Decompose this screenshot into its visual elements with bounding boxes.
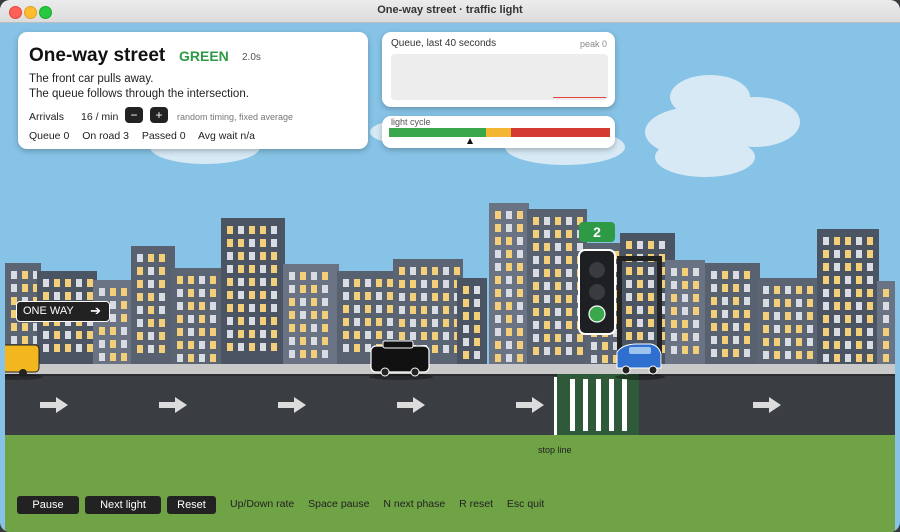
on-road-stat: On road 3 xyxy=(82,130,129,142)
keyboard-hints: Up/Down rate Space pause N next phase R … xyxy=(230,498,555,510)
city-buildings xyxy=(5,203,895,364)
sidewalk xyxy=(5,364,895,374)
queue-count-badge: 2 xyxy=(579,222,615,242)
cycle-segment-green xyxy=(389,128,487,137)
stop-line-label: stop line xyxy=(538,445,572,455)
queue-line xyxy=(553,96,606,98)
queue-graph-panel: Queue, last 40 seconds peak 0 xyxy=(382,32,615,107)
queue-peak: peak 0 xyxy=(579,39,607,49)
description-line-1: The front car pulls away. xyxy=(29,73,154,85)
one-way-text: ONE WAY xyxy=(23,305,74,317)
arrivals-label: Arrivals xyxy=(29,111,65,123)
decrease-rate-button[interactable]: − xyxy=(125,107,143,123)
avg-wait-stat: Avg wait n/a xyxy=(197,130,255,142)
hint-rate: Up/Down rate xyxy=(230,498,295,510)
queue-graph-title: Queue, last 40 seconds xyxy=(391,38,497,49)
increase-rate-button[interactable]: + xyxy=(150,107,168,123)
app-window: One-way street · traffic light One-way s… xyxy=(0,0,900,532)
phase-description: The front car pulls away. The queue foll… xyxy=(29,72,249,102)
timing-note: random timing, fixed average xyxy=(177,112,294,122)
passed-stat: Passed 0 xyxy=(141,130,186,142)
reset-button[interactable]: Reset xyxy=(167,496,216,514)
one-way-sign: ONE WAY ➔ xyxy=(16,301,110,322)
queue-stat: Queue 0 xyxy=(29,130,70,142)
phase-label: GREEN xyxy=(179,48,229,64)
hint-quit: Esc quit xyxy=(506,498,545,510)
cycle-position-marker xyxy=(467,138,474,144)
hint-pause: Space pause xyxy=(308,498,370,510)
green-lamp xyxy=(588,305,606,323)
grass xyxy=(5,435,895,532)
cycle-segment-red xyxy=(510,128,610,137)
info-panel: One-way street GREEN 2.0s The front car … xyxy=(18,32,368,149)
light-cycle-bar xyxy=(389,128,610,137)
hint-next-phase: N next phase xyxy=(383,498,446,510)
phase-timer: 2.0s xyxy=(242,52,261,63)
title-bar: One-way street · traffic light xyxy=(0,0,900,23)
arrivals-value: 16 / min xyxy=(81,111,119,123)
street-scene: One-way street GREEN 2.0s The front car … xyxy=(5,22,895,532)
arrow-right-icon: ➔ xyxy=(90,303,101,318)
light-cycle-label: light cycle xyxy=(391,117,431,127)
yellow-lamp xyxy=(589,284,605,300)
queue-graph xyxy=(391,54,608,100)
stop-line xyxy=(554,377,557,442)
description-line-2: The queue follows through the intersecti… xyxy=(29,88,249,100)
cycle-segment-yellow xyxy=(486,128,511,137)
pause-button[interactable]: Pause xyxy=(17,496,79,514)
window-title: One-way street · traffic light xyxy=(377,4,523,16)
red-lamp xyxy=(589,262,605,278)
scene-title: One-way street xyxy=(29,45,166,66)
light-cycle-panel: light cycle xyxy=(382,116,615,148)
hint-reset: R reset xyxy=(459,498,493,510)
stats-row: Queue 0 On road 3 Passed 0 Avg wait n/a xyxy=(29,130,265,142)
next-light-button[interactable]: Next light xyxy=(85,496,161,514)
